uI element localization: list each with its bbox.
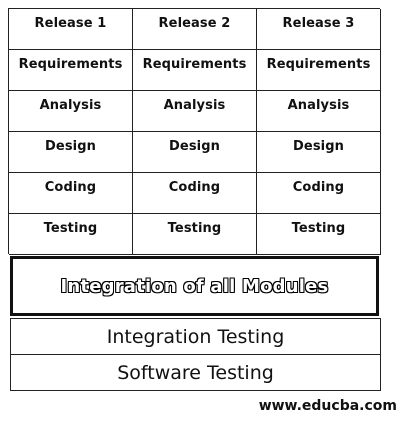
integration-testing-bar: Integration Testing bbox=[10, 318, 381, 355]
release-2-header: Release 2 bbox=[133, 9, 257, 50]
release-1-header: Release 1 bbox=[9, 9, 133, 50]
source-watermark: www.educba.com bbox=[258, 398, 397, 414]
release-1-requirements: Requirements bbox=[9, 50, 133, 91]
release-3-coding: Coding bbox=[257, 173, 381, 214]
release-2-requirements: Requirements bbox=[133, 50, 257, 91]
release-1-design: Design bbox=[9, 132, 133, 173]
software-testing-label: Software Testing bbox=[117, 361, 274, 384]
integration-testing-label: Integration Testing bbox=[106, 325, 285, 348]
release-3-analysis: Analysis bbox=[257, 91, 381, 132]
release-2-design: Design bbox=[133, 132, 257, 173]
integration-of-modules-label: Integration of all Modules bbox=[60, 275, 329, 298]
release-2-analysis: Analysis bbox=[133, 91, 257, 132]
release-2-coding: Coding bbox=[133, 173, 257, 214]
release-3-testing: Testing bbox=[257, 214, 381, 255]
release-3-design: Design bbox=[257, 132, 381, 173]
release-2-testing: Testing bbox=[133, 214, 257, 255]
release-1-testing: Testing bbox=[9, 214, 133, 255]
release-3-requirements: Requirements bbox=[257, 50, 381, 91]
release-3-header: Release 3 bbox=[257, 9, 381, 50]
release-1-coding: Coding bbox=[9, 173, 133, 214]
release-1-analysis: Analysis bbox=[9, 91, 133, 132]
integration-of-modules-box: Integration of all Modules bbox=[10, 256, 379, 316]
release-phase-grid: Release 1 Release 2 Release 3 Requiremen… bbox=[8, 8, 381, 255]
software-testing-bar: Software Testing bbox=[10, 354, 381, 391]
